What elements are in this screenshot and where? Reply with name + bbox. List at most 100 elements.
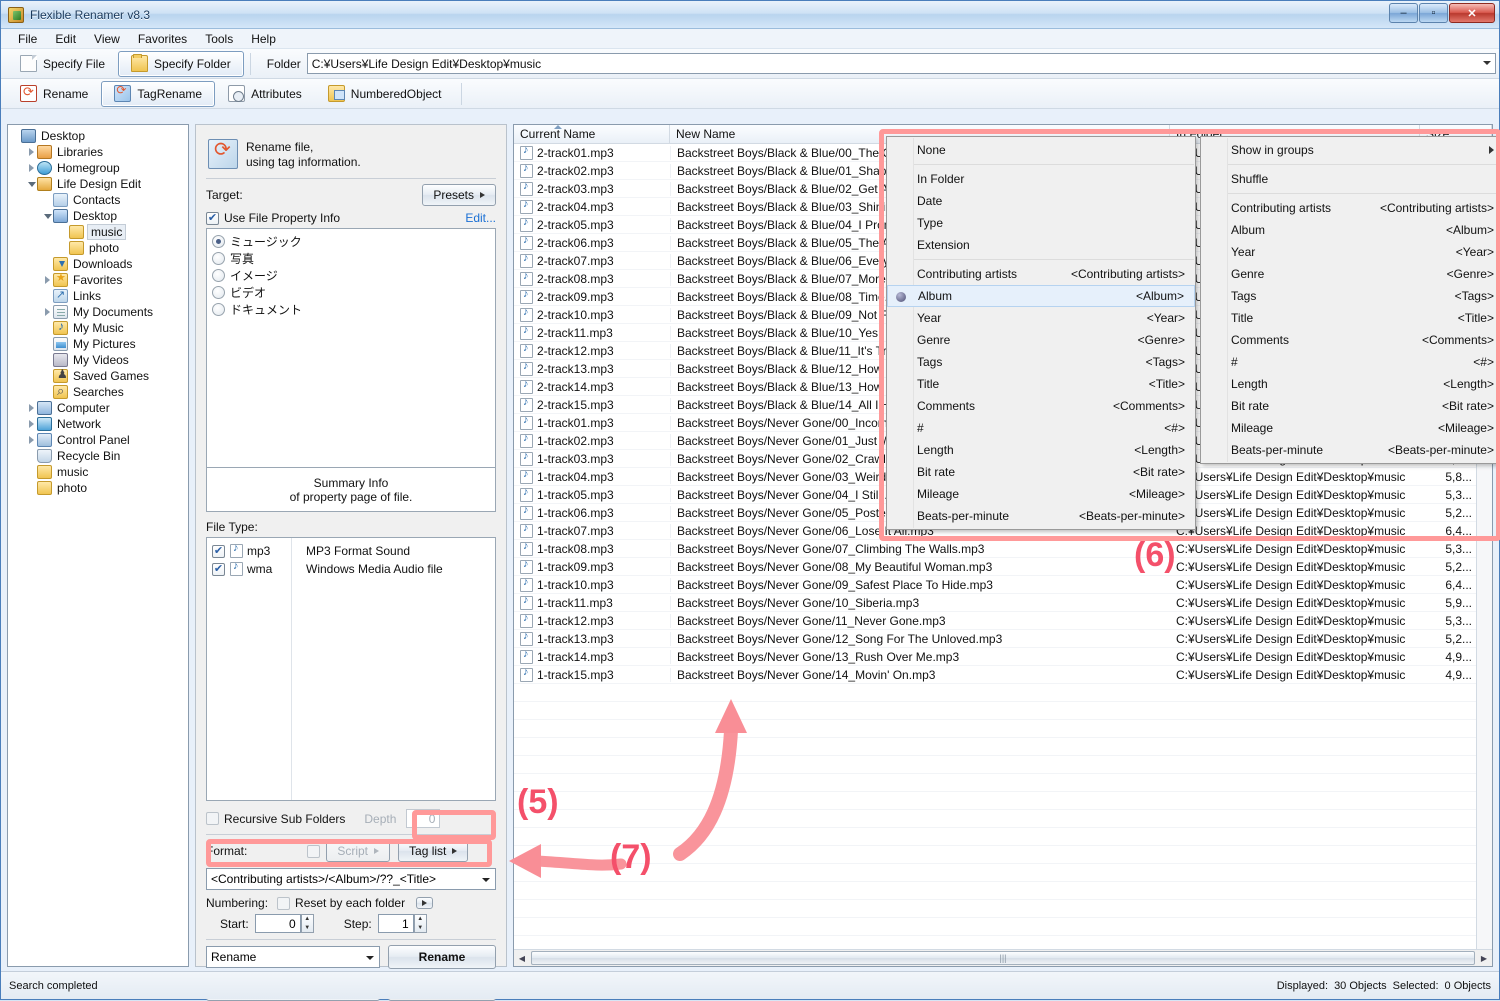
menu-item-genre[interactable]: Genre <Genre> <box>1201 263 1500 285</box>
menu-item-beats-per-minute[interactable]: Beats-per-minute <Beats-per-minute> <box>1201 439 1500 461</box>
menu-file[interactable]: File <box>9 30 46 48</box>
target-type-list[interactable]: ミュージック 写真 イメージ ビデオ ドキュメント <box>206 228 496 468</box>
numbering-more-button[interactable] <box>416 897 434 909</box>
menu-item-mileage[interactable]: Mileage <Mileage> <box>887 483 1195 505</box>
radio-icon[interactable] <box>212 235 225 248</box>
menu-item-comments[interactable]: Comments <Comments> <box>887 395 1195 417</box>
menu-item-contributing-artists[interactable]: Contributing artists <Contributing artist… <box>887 263 1195 285</box>
menu-item-[interactable]: # <#> <box>1201 351 1500 373</box>
action-select[interactable]: Rename <box>206 946 380 968</box>
menu-item-type[interactable]: Type <box>887 212 1195 234</box>
menu-favorites[interactable]: Favorites <box>129 30 196 48</box>
file-type-row[interactable]: wma Windows Media Audio file <box>212 560 495 578</box>
reset-each-folder-checkbox[interactable] <box>277 896 291 910</box>
tree-item-desktop[interactable]: Desktop <box>10 128 188 144</box>
tree-item-photo[interactable]: photo <box>10 480 188 496</box>
horizontal-scrollbar[interactable]: ◀ ||| ▶ <box>514 949 1492 966</box>
menu-item-in-folder[interactable]: In Folder <box>887 168 1195 190</box>
target-option-1[interactable]: 写真 <box>212 250 495 267</box>
menu-item-none[interactable]: None <box>887 139 1195 161</box>
menu-item-comments[interactable]: Comments <Comments> <box>1201 329 1500 351</box>
file-type-row[interactable]: mp3 MP3 Format Sound <box>212 542 495 560</box>
menu-item-title[interactable]: Title <Title> <box>887 373 1195 395</box>
folder-path-input[interactable]: C:¥Users¥Life Design Edit¥Desktop¥music <box>306 53 1496 74</box>
chevron-down-icon-action[interactable] <box>366 956 374 960</box>
close-button[interactable]: ✕ <box>1449 3 1495 23</box>
folder-tree[interactable]: Desktop Libraries Homegroup Life Design Edi… <box>7 124 189 967</box>
tree-item-libraries[interactable]: Libraries <box>10 144 188 160</box>
file-row[interactable]: 1-track10.mp3 Backstreet Boys/Never Gone/… <box>514 576 1492 594</box>
start-value[interactable]: 0 <box>254 914 301 933</box>
mode-numberedobject-button[interactable]: NumberedObject <box>315 81 455 107</box>
twisty-expanded-icon[interactable] <box>26 176 37 192</box>
menu-item-year[interactable]: Year <Year> <box>887 307 1195 329</box>
file-type-list[interactable]: mp3 MP3 Format Sound wma Windows Media Audi… <box>206 537 496 801</box>
rename-button[interactable]: Rename <box>388 945 496 969</box>
menu-item-bit-rate[interactable]: Bit rate <Bit rate> <box>887 461 1195 483</box>
file-row[interactable]: 1-track11.mp3 Backstreet Boys/Never Gone/… <box>514 594 1492 612</box>
file-type-checkbox[interactable] <box>212 544 225 558</box>
twisty-collapsed-icon[interactable] <box>26 400 37 416</box>
mode-attributes-button[interactable]: Attributes <box>215 81 315 107</box>
tree-item-life-design-edit[interactable]: Life Design Edit <box>10 176 188 192</box>
group-popup-menu[interactable]: Show in groups Shuffle Contributing artist… <box>1200 136 1500 464</box>
tree-item-music[interactable]: music <box>10 464 188 480</box>
twisty-expanded-icon[interactable] <box>42 208 53 224</box>
format-input[interactable]: <Contributing artists>/<Album>/??_<Title… <box>206 868 496 890</box>
twisty-collapsed-icon[interactable] <box>42 272 53 288</box>
tree-item-links[interactable]: Links <box>10 288 188 304</box>
column-header-current-name[interactable]: Current Name <box>514 125 670 143</box>
tree-item-searches[interactable]: Searches <box>10 383 188 400</box>
step-stepper[interactable]: ▲ ▼ <box>413 914 427 933</box>
menu-item-length[interactable]: Length <Length> <box>887 439 1195 461</box>
twisty-collapsed-icon[interactable] <box>26 160 37 176</box>
menu-item-tags[interactable]: Tags <Tags> <box>1201 285 1500 307</box>
tree-item-network[interactable]: Network <box>10 416 188 432</box>
menu-item-length[interactable]: Length <Length> <box>1201 373 1500 395</box>
target-option-2[interactable]: イメージ <box>212 267 495 284</box>
specify-folder-button[interactable]: Specify Folder <box>118 50 244 77</box>
twisty-collapsed-icon[interactable] <box>42 304 53 320</box>
file-row[interactable]: 1-track13.mp3 Backstreet Boys/Never Gone/… <box>514 630 1492 648</box>
twisty-collapsed-icon[interactable] <box>26 416 37 432</box>
twisty-collapsed-icon[interactable] <box>26 144 37 160</box>
tree-item-control-panel[interactable]: Control Panel <box>10 432 188 448</box>
edit-link[interactable]: Edit... <box>465 211 496 225</box>
tree-item-contacts[interactable]: Contacts <box>10 192 188 208</box>
tree-item-my-videos[interactable]: My Videos <box>10 352 188 368</box>
tree-item-saved-games[interactable]: Saved Games <box>10 367 188 384</box>
step-value[interactable]: 1 <box>377 914 414 933</box>
menu-item-date[interactable]: Date <box>887 190 1195 212</box>
menu-help[interactable]: Help <box>242 30 285 48</box>
scroll-right-button[interactable]: ▶ <box>1476 951 1492 966</box>
scroll-left-button[interactable]: ◀ <box>514 951 530 966</box>
file-row[interactable]: 1-track15.mp3 Backstreet Boys/Never Gone/… <box>514 666 1492 684</box>
menu-item-tags[interactable]: Tags <Tags> <box>887 351 1195 373</box>
twisty-collapsed-icon[interactable] <box>26 432 37 448</box>
scroll-thumb[interactable]: ||| <box>531 951 1475 965</box>
menu-item-album[interactable]: Album <Album> <box>887 285 1195 307</box>
minimize-button[interactable]: – <box>1389 3 1418 23</box>
tree-item-downloads[interactable]: Downloads <box>10 256 188 272</box>
file-row[interactable]: 1-track14.mp3 Backstreet Boys/Never Gone/… <box>514 648 1492 666</box>
script-button[interactable]: Script <box>326 840 391 862</box>
menu-tools[interactable]: Tools <box>196 30 242 48</box>
file-row[interactable]: 1-track12.mp3 Backstreet Boys/Never Gone/… <box>514 612 1492 630</box>
specify-file-button[interactable]: Specify File <box>7 51 118 77</box>
script-checkbox[interactable] <box>307 844 321 858</box>
mode-tagrename-button[interactable]: TagRename <box>101 80 216 107</box>
menu-item-year[interactable]: Year <Year> <box>1201 241 1500 263</box>
menu-view[interactable]: View <box>85 30 129 48</box>
tree-item-recycle-bin[interactable]: Recycle Bin <box>10 448 188 464</box>
menu-item-contributing-artists[interactable]: Contributing artists <Contributing artist… <box>1201 197 1500 219</box>
maximize-button[interactable]: ▫ <box>1419 3 1448 23</box>
menu-item-bit-rate[interactable]: Bit rate <Bit rate> <box>1201 395 1500 417</box>
menu-item-genre[interactable]: Genre <Genre> <box>887 329 1195 351</box>
menu-item-[interactable]: # <#> <box>887 417 1195 439</box>
tag-list-popup-menu[interactable]: None In Folder Date Type Extension Contributi… <box>886 136 1196 530</box>
menu-item-shuffle[interactable]: Shuffle <box>1201 168 1500 190</box>
tree-item-favorites[interactable]: Favorites <box>10 271 188 288</box>
radio-icon[interactable] <box>212 303 225 316</box>
file-row[interactable]: 1-track09.mp3 Backstreet Boys/Never Gone/… <box>514 558 1492 576</box>
presets-button[interactable]: Presets <box>422 184 496 206</box>
